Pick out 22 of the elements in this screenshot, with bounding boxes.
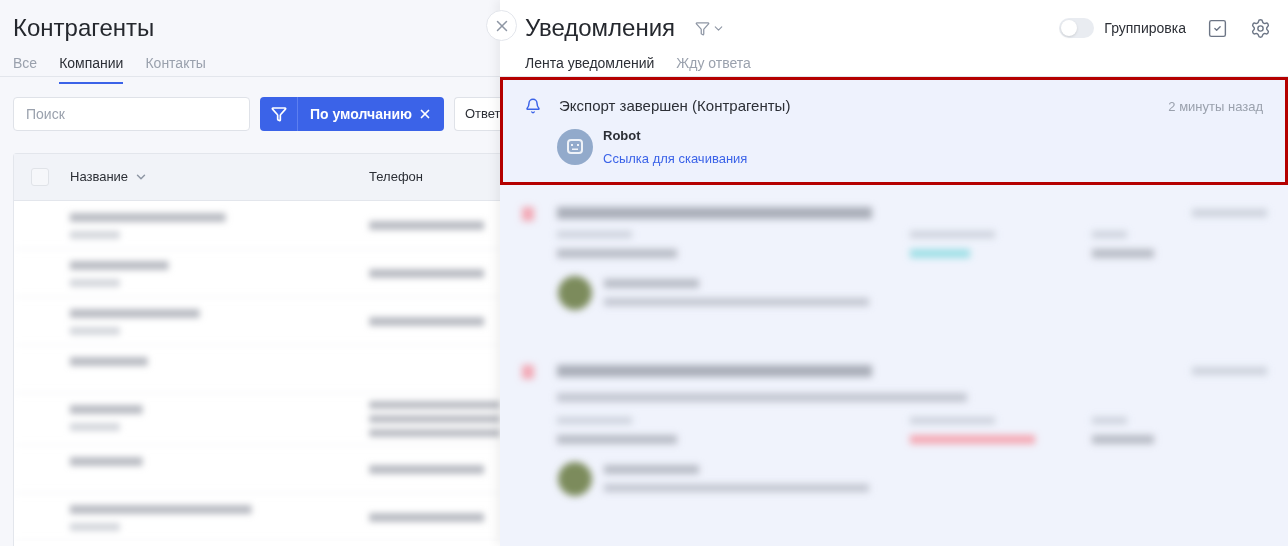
grouping-toggle[interactable] (1059, 18, 1095, 38)
filter-icon (695, 20, 711, 36)
notification-card[interactable]: Экспорт завершен (Контрагенты) 2 минуты назад Robot Ссылка для скачивания (500, 77, 1288, 185)
column-header[interactable]: Телефон (369, 167, 424, 187)
settings-icon[interactable] (1250, 17, 1271, 39)
robot-avatar-icon (557, 129, 593, 165)
page-title: Контрагенты (13, 13, 156, 43)
notification-title: Экспорт завершен (Контрагенты) (559, 96, 791, 116)
bell-icon (525, 98, 541, 115)
author-name: Robot (603, 126, 642, 145)
filter-button[interactable]: По умолчанию (260, 97, 444, 131)
column-header[interactable]: Название (70, 167, 129, 187)
notification-time: 2 минуты назад (1168, 97, 1263, 116)
filter-button[interactable]: Ответ (453, 97, 500, 131)
check-square-icon[interactable] (1207, 17, 1228, 39)
search-field[interactable]: Поиск (13, 97, 250, 131)
filter-icon (270, 106, 287, 122)
panel-title: Уведомления (525, 13, 676, 43)
filter-label: По умолчанию (309, 104, 412, 124)
download-link[interactable]: Ссылка для скачивания (603, 149, 748, 169)
grouping-label: Группировка (1104, 18, 1186, 38)
tab[interactable]: Компании (59, 52, 124, 84)
